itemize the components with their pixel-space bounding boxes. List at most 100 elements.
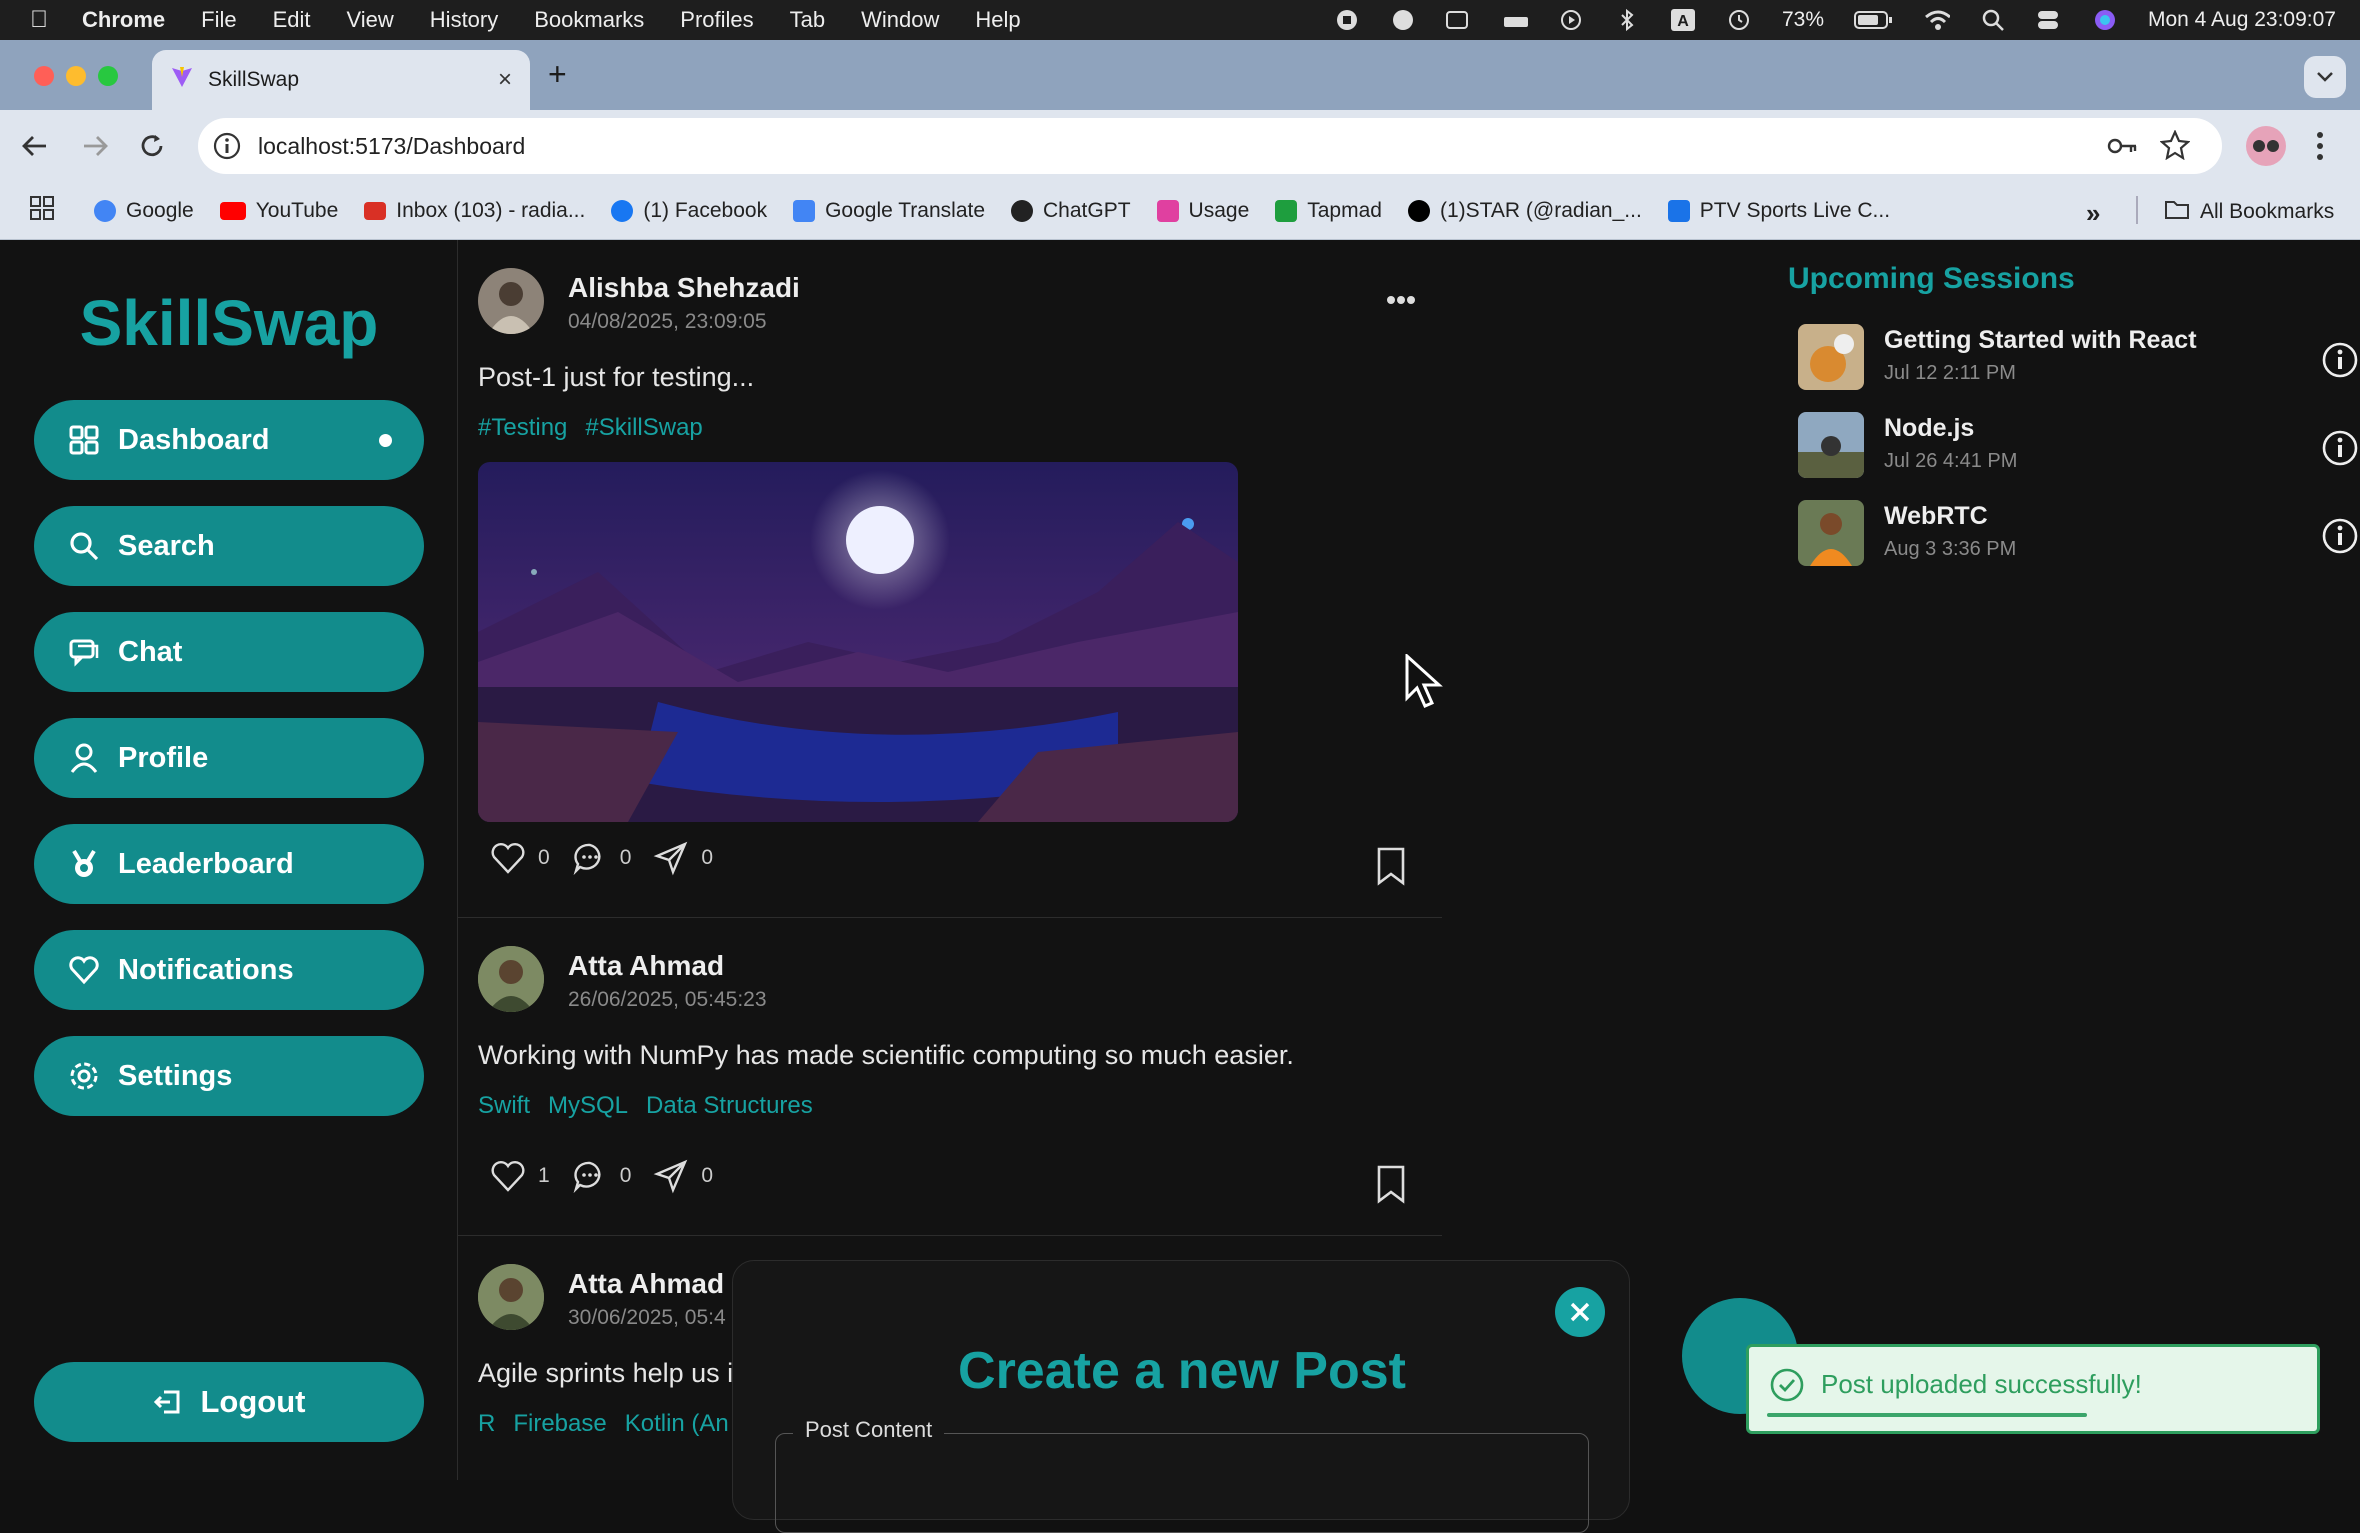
bookmark-star-icon[interactable] — [2159, 129, 2191, 166]
menu-file[interactable]: File — [201, 7, 236, 33]
wifi-icon[interactable] — [1924, 7, 1950, 33]
window-close-button[interactable] — [34, 66, 54, 86]
sidebar-item-chat[interactable]: Chat — [34, 612, 424, 692]
browser-toolbar: localhost:5173/Dashboard — [0, 110, 2360, 182]
battery-icon[interactable] — [1854, 7, 1894, 33]
info-icon[interactable] — [2320, 516, 2360, 556]
back-arrow-icon[interactable] — [20, 132, 50, 165]
modal-close-button[interactable] — [1555, 1287, 1605, 1337]
tab-close-icon[interactable]: × — [498, 66, 512, 94]
bookmark-ptv-sports[interactable]: PTV Sports Live C... — [1667, 199, 1890, 223]
post-tags: R Firebase Kotlin (An — [478, 1410, 729, 1438]
tag[interactable]: Kotlin (An — [625, 1410, 729, 1438]
password-key-icon[interactable] — [2106, 131, 2138, 167]
sidebar-item-profile[interactable]: Profile — [34, 718, 424, 798]
session-item[interactable]: Node.js Jul 26 4:41 PM — [1798, 412, 2358, 482]
sidebar-item-notifications[interactable]: Notifications — [34, 930, 424, 1010]
sidebar-item-search[interactable]: Search — [34, 506, 424, 586]
tag[interactable]: MySQL — [548, 1092, 628, 1120]
tag[interactable]: Firebase — [513, 1410, 606, 1438]
like-heart-icon[interactable] — [490, 840, 526, 876]
siri-icon[interactable] — [2092, 7, 2118, 33]
menu-edit[interactable]: Edit — [273, 7, 311, 33]
input-source-icon[interactable]: A — [1670, 7, 1696, 33]
profile-avatar[interactable] — [2246, 126, 2286, 166]
menu-window[interactable]: Window — [861, 7, 939, 33]
menu-view[interactable]: View — [347, 7, 394, 33]
time-machine-icon[interactable] — [1726, 7, 1752, 33]
bookmark-youtube[interactable]: YouTube — [219, 199, 338, 223]
google-icon — [94, 199, 116, 222]
bookmark-facebook[interactable]: (1) Facebook — [611, 199, 767, 223]
spotlight-icon[interactable] — [1980, 7, 2006, 33]
forward-arrow-icon[interactable] — [80, 132, 110, 165]
tag[interactable]: R — [478, 1410, 495, 1438]
medal-icon — [72, 849, 96, 877]
menu-app-name[interactable]: Chrome — [82, 7, 165, 33]
bookmark-tiktok[interactable]: (1)STAR (@radian_... — [1407, 199, 1642, 223]
info-icon[interactable] — [2320, 428, 2360, 468]
logout-button[interactable]: Logout — [34, 1362, 424, 1442]
sidebar-item-leaderboard[interactable]: Leaderboard — [34, 824, 424, 904]
author-name[interactable]: Alishba Shehzadi — [568, 272, 800, 304]
tag[interactable]: Swift — [478, 1092, 530, 1120]
comment-icon[interactable] — [572, 840, 608, 876]
post-image[interactable] — [478, 462, 1238, 822]
control-center-icon[interactable] — [2036, 7, 2062, 33]
chrome-menu-icon[interactable] — [2314, 130, 2326, 167]
brand-logo[interactable]: SkillSwap — [0, 286, 458, 360]
comment-icon[interactable] — [572, 1158, 608, 1194]
address-bar[interactable]: localhost:5173/Dashboard — [198, 118, 2222, 174]
tag[interactable]: Data Structures — [646, 1092, 813, 1120]
session-item[interactable]: WebRTC Aug 3 3:36 PM — [1798, 500, 2358, 570]
reload-icon[interactable] — [138, 132, 166, 165]
record-icon[interactable] — [1334, 7, 1360, 33]
author-avatar[interactable] — [478, 946, 544, 1012]
menu-help[interactable]: Help — [975, 7, 1020, 33]
bookmark-tapmad[interactable]: Tapmad — [1275, 199, 1382, 223]
translate-icon — [793, 199, 816, 222]
share-send-icon[interactable] — [653, 840, 689, 876]
post-content-field[interactable] — [775, 1433, 1589, 1533]
tag[interactable]: #SkillSwap — [585, 414, 702, 442]
author-name[interactable]: Atta Ahmad — [568, 1268, 724, 1300]
session-item[interactable]: Getting Started with React Jul 12 2:11 P… — [1798, 324, 2358, 394]
sidebar-item-settings[interactable]: Settings — [34, 1036, 424, 1116]
site-info-icon[interactable] — [212, 131, 242, 167]
play-icon[interactable] — [1558, 7, 1584, 33]
browser-tab[interactable]: SkillSwap × — [152, 50, 530, 110]
bookmark-google-translate[interactable]: Google Translate — [793, 199, 985, 223]
window-minimize-button[interactable] — [66, 66, 86, 86]
author-avatar[interactable] — [478, 268, 544, 334]
info-icon[interactable] — [2320, 340, 2360, 380]
menu-bookmarks[interactable]: Bookmarks — [534, 7, 644, 33]
menu-profiles[interactable]: Profiles — [680, 7, 753, 33]
bookmark-icon[interactable] — [1374, 846, 1408, 886]
apps-grid-icon[interactable] — [30, 195, 54, 226]
bed-icon[interactable] — [1502, 7, 1528, 33]
share-send-icon[interactable] — [653, 1158, 689, 1194]
like-heart-icon[interactable] — [490, 1158, 526, 1194]
menu-history[interactable]: History — [430, 7, 498, 33]
author-name[interactable]: Atta Ahmad — [568, 950, 724, 982]
menu-tab[interactable]: Tab — [790, 7, 825, 33]
all-bookmarks-folder[interactable]: All Bookmarks — [2164, 198, 2334, 226]
bluetooth-icon[interactable] — [1614, 7, 1640, 33]
window-zoom-button[interactable] — [98, 66, 118, 86]
post-options-icon[interactable] — [1386, 292, 1416, 310]
bookmark-google[interactable]: Google — [94, 199, 194, 223]
tab-search-button[interactable] — [2304, 56, 2346, 98]
bookmark-gmail[interactable]: Inbox (103) - radia... — [364, 199, 585, 223]
more-bookmarks-chevron-icon[interactable]: » — [2086, 198, 2100, 229]
grammarly-icon[interactable] — [1390, 7, 1416, 33]
tag[interactable]: #Testing — [478, 414, 567, 442]
screens-icon[interactable] — [1445, 7, 1472, 33]
bookmark-usage[interactable]: Usage — [1156, 199, 1249, 223]
success-toast[interactable]: Post uploaded successfully! — [1746, 1344, 2320, 1434]
author-avatar[interactable] — [478, 1264, 544, 1330]
sidebar-item-dashboard[interactable]: Dashboard — [34, 400, 424, 480]
new-tab-button[interactable]: + — [548, 56, 567, 93]
apple-icon[interactable]:  — [30, 6, 48, 34]
bookmark-chatgpt[interactable]: ChatGPT — [1011, 199, 1131, 223]
bookmark-icon[interactable] — [1374, 1164, 1408, 1204]
